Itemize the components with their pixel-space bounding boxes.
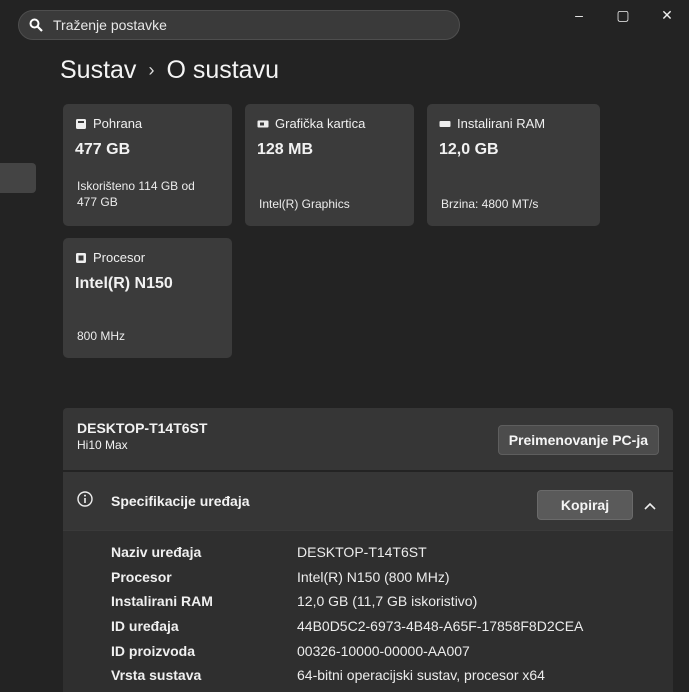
processor-card[interactable]: Procesor Intel(R) N150 800 MHz — [63, 238, 232, 358]
chevron-up-icon[interactable] — [643, 498, 657, 510]
spec-key: Instalirani RAM — [111, 593, 213, 610]
ram-card[interactable]: Instalirani RAM 12,0 GB Brzina: 4800 MT/… — [427, 104, 600, 226]
ram-speed: Brzina: 4800 MT/s — [441, 197, 539, 211]
processor-icon — [75, 252, 87, 264]
spec-key: ID uređaja — [111, 618, 179, 635]
chevron-right-icon: › — [148, 60, 155, 80]
spec-key: Naziv uređaja — [111, 544, 202, 561]
processor-speed: 800 MHz — [77, 329, 126, 343]
device-specifications-panel: Specifikacije uređaja Kopiraj Naziv uređ… — [63, 472, 673, 692]
storage-value: 477 GB — [75, 141, 131, 158]
memory-icon — [439, 118, 451, 130]
spec-value: 44B0D5C2-6973-4B48-A65F-17858F8D2CEA — [297, 618, 584, 635]
gpu-label: Grafička kartica — [275, 116, 366, 131]
spec-key: Procesor — [111, 568, 172, 585]
processor-value: Intel(R) N150 — [75, 275, 173, 292]
storage-used-line2: 477 GB — [77, 195, 118, 209]
graphics-card-icon — [257, 118, 269, 130]
specifications-header[interactable]: Specifikacije uređaja Kopiraj — [63, 472, 673, 531]
rename-pc-button[interactable]: Preimenovanje PC-ja — [497, 425, 659, 455]
ram-label: Instalirani RAM — [457, 116, 546, 131]
spec-row: ID uređaja 44B0D5C2-6973-4B48-A65F-17858F… — [111, 614, 583, 639]
spec-key: ID proizvoda — [111, 642, 196, 659]
maximize-button[interactable]: ▢ — [601, 6, 645, 24]
ram-value: 12,0 GB — [439, 141, 499, 158]
window-controls: – ▢ ✕ — [557, 6, 689, 24]
spec-row: Procesor Intel(R) N150 (800 MHz) — [111, 565, 583, 590]
close-button[interactable]: ✕ — [645, 6, 689, 24]
spec-row: Instalirani RAM 12,0 GB (11,7 GB iskorist… — [111, 589, 583, 614]
spec-key: Vrsta sustava — [111, 667, 202, 684]
processor-label: Procesor — [93, 250, 146, 265]
spec-row: ID proizvoda 00326-10000-00000-AA007 — [111, 638, 583, 663]
storage-icon — [75, 118, 87, 130]
spec-value: 64-bitni operacijski sustav, procesor x6… — [297, 667, 545, 684]
search-box[interactable]: Traženje postavke — [18, 10, 460, 40]
copy-button[interactable]: Kopiraj — [537, 490, 633, 520]
gpu-value: 128 MB — [257, 141, 314, 158]
info-icon — [77, 491, 93, 507]
spec-value: DESKTOP-T14T6ST — [297, 544, 427, 561]
spec-row: Vrsta sustava 64-bitni operacijski sustav… — [111, 663, 583, 688]
search-input[interactable]: Traženje postavke — [53, 17, 167, 33]
specifications-title: Specifikacije uređaja — [111, 493, 250, 509]
minimize-button[interactable]: – — [557, 6, 601, 24]
storage-used-line1: Iskorišteno 114 GB od — [77, 179, 195, 193]
search-icon — [29, 18, 43, 32]
pc-name-panel: DESKTOP-T14T6ST Hi10 Max Preimenovanje P… — [63, 408, 673, 470]
spec-row: Naziv uređaja DESKTOP-T14T6ST — [111, 540, 583, 565]
gpu-card[interactable]: Grafička kartica 128 MB Intel(R) Graphic… — [245, 104, 414, 226]
breadcrumb-section[interactable]: Sustav — [60, 56, 136, 85]
gpu-name: Intel(R) Graphics — [259, 197, 350, 211]
page-title: O sustavu — [166, 56, 279, 84]
sidebar-selected-item[interactable] — [0, 163, 36, 193]
storage-label: Pohrana — [93, 116, 143, 131]
spec-value: 12,0 GB (11,7 GB iskoristivo) — [297, 593, 478, 610]
spec-value: 00326-10000-00000-AA007 — [297, 642, 470, 659]
breadcrumb: Sustav › O sustavu — [60, 56, 279, 85]
spec-list: Naziv uređaja DESKTOP-T14T6ST Procesor Int… — [111, 540, 583, 688]
storage-card[interactable]: Pohrana 477 GB Iskorišteno 114 GB od 477… — [63, 104, 232, 226]
spec-value: Intel(R) N150 (800 MHz) — [297, 568, 450, 585]
